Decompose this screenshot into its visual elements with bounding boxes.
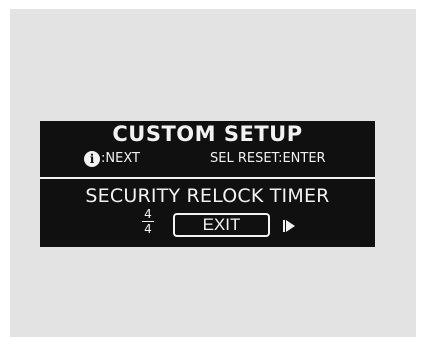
right-arrow-icon[interactable] — [286, 220, 295, 232]
setting-title: SECURITY RELOCK TIMER — [85, 185, 330, 207]
hint-next-label: :NEXT — [101, 151, 140, 166]
right-arrow-icon-stem — [283, 220, 285, 232]
page-indicator: 4 4 — [141, 208, 155, 235]
hint-row: i :NEXT SEL RESET:ENTER — [40, 150, 375, 168]
page-current: 4 — [144, 207, 152, 221]
display-frame: CUSTOM SETUP i :NEXT SEL RESET:ENTER SEC… — [10, 9, 416, 337]
screen-title: CUSTOM SETUP — [112, 122, 303, 146]
option-value-button[interactable]: EXIT — [173, 213, 270, 237]
divider — [40, 177, 375, 179]
page-total: 4 — [144, 222, 152, 236]
hint-reset-label: SEL RESET:ENTER — [210, 151, 326, 166]
lcd-screen: CUSTOM SETUP i :NEXT SEL RESET:ENTER SEC… — [40, 121, 375, 247]
info-icon: i — [84, 151, 100, 167]
